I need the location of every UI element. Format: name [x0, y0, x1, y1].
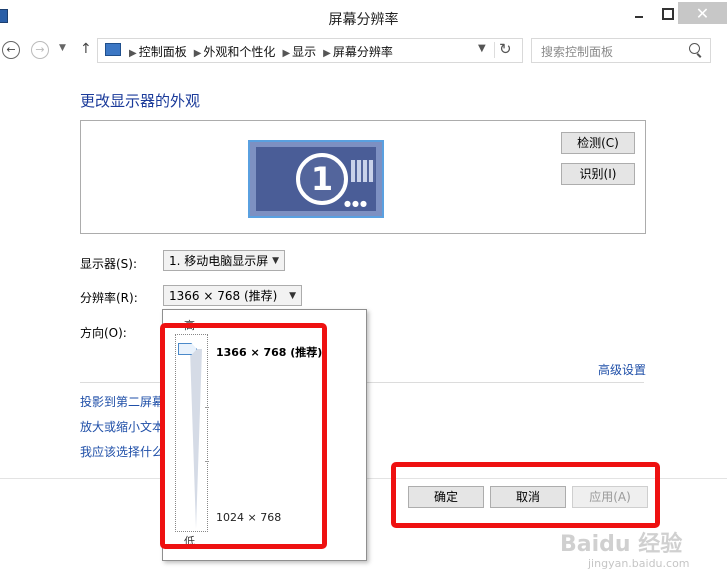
breadcrumb-separator-icon[interactable]: ▶	[282, 48, 290, 59]
advanced-settings-link[interactable]: 高级设置	[598, 361, 646, 378]
help-choose-link[interactable]: 我应该选择什么	[80, 443, 164, 460]
window-title: 屏幕分辨率	[328, 12, 399, 28]
forward-button[interactable]: →	[31, 41, 49, 59]
identify-button[interactable]: 识别(I)	[561, 163, 635, 185]
highlight-box-buttons	[391, 462, 660, 528]
display-label: 显示器(S):	[80, 257, 138, 271]
maximize-button[interactable]	[657, 4, 679, 24]
breadcrumb-item[interactable]: 屏幕分辨率	[333, 45, 393, 59]
baidu-watermark-url: jingyan.baidu.com	[588, 557, 690, 570]
breadcrumb-separator-icon: ▶	[129, 48, 137, 59]
minimize-button[interactable]	[629, 4, 651, 24]
breadcrumb-separator-icon[interactable]: ▶	[194, 48, 202, 59]
refresh-icon[interactable]: ↻	[499, 40, 512, 58]
resolution-label: 分辨率(R):	[80, 291, 138, 305]
address-divider	[494, 42, 495, 58]
chevron-down-icon: ▼	[272, 256, 279, 266]
recent-pages-chevron-icon[interactable]: ▼	[59, 43, 66, 53]
monitor-preview-panel: 1 ●●● 检测(C) 识别(I)	[80, 120, 646, 234]
start-tiles-icon	[351, 160, 375, 182]
close-button[interactable]: ✕	[678, 2, 727, 24]
detect-button[interactable]: 检测(C)	[561, 132, 635, 154]
text-size-link[interactable]: 放大或缩小文本	[80, 418, 164, 435]
orientation-label: 方向(O):	[80, 326, 127, 340]
close-icon: ✕	[695, 4, 710, 23]
title-bar: 屏幕分辨率 ✕	[0, 0, 727, 35]
breadcrumb-separator-icon[interactable]: ▶	[323, 48, 331, 59]
highlight-box-slider	[160, 323, 327, 549]
search-placeholder: 搜索控制面板	[541, 45, 614, 59]
resolution-select-value: 1366 × 768 (推荐)	[169, 289, 278, 303]
breadcrumb: ▶ 控制面板 ▶ 外观和个性化 ▶ 显示 ▶ 屏幕分辨率	[124, 43, 395, 60]
dots-icon: ●●●	[344, 199, 368, 208]
address-bar[interactable]: ▶ 控制面板 ▶ 外观和个性化 ▶ 显示 ▶ 屏幕分辨率 ▼ ↻	[97, 38, 523, 63]
address-history-chevron-icon[interactable]: ▼	[478, 43, 486, 54]
control-panel-icon	[105, 43, 121, 56]
project-second-screen-link[interactable]: 投影到第二屏幕	[80, 393, 164, 410]
monitor-screen: 1 ●●●	[256, 147, 376, 211]
resolution-select[interactable]: 1366 × 768 (推荐) ▼	[163, 285, 302, 306]
back-button[interactable]: ←	[2, 41, 20, 59]
baidu-watermark-logo: Baidu 经验	[560, 532, 683, 557]
page-title: 更改显示器的外观	[80, 92, 201, 110]
monitor-number-badge: 1	[296, 153, 348, 205]
up-button[interactable]: ↑	[80, 41, 92, 57]
chevron-down-icon: ▼	[289, 291, 296, 301]
display-select[interactable]: 1. 移动电脑显示屏 ▼	[163, 250, 285, 271]
breadcrumb-item[interactable]: 显示	[292, 45, 316, 59]
breadcrumb-item[interactable]: 控制面板	[139, 45, 187, 59]
search-icon[interactable]	[689, 43, 700, 54]
search-input[interactable]: 搜索控制面板	[531, 38, 711, 63]
monitor-tile[interactable]: 1 ●●●	[248, 140, 384, 218]
display-select-value: 1. 移动电脑显示屏	[169, 254, 269, 268]
breadcrumb-item[interactable]: 外观和个性化	[203, 45, 275, 59]
